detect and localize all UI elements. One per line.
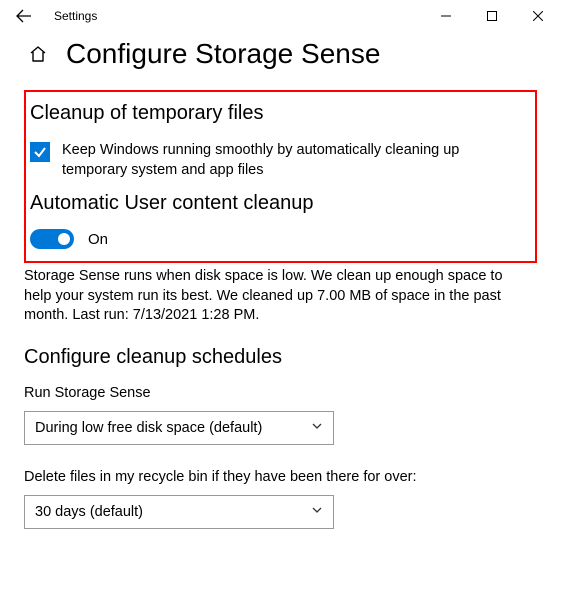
checkmark-icon	[33, 145, 47, 159]
app-title: Settings	[54, 9, 97, 23]
recycle-bin-label: Delete files in my recycle bin if they h…	[24, 469, 537, 485]
titlebar: Settings	[0, 0, 561, 32]
chevron-down-icon	[311, 504, 323, 520]
page-header: Configure Storage Sense	[0, 32, 561, 90]
minimize-icon	[441, 11, 451, 21]
window-controls	[423, 0, 561, 32]
recycle-bin-dropdown[interactable]: 30 days (default)	[24, 495, 334, 529]
content: Cleanup of temporary files Keep Windows …	[0, 90, 561, 529]
checkbox-temp-files[interactable]	[30, 142, 50, 162]
toggle-knob	[58, 233, 70, 245]
run-storage-sense-label: Run Storage Sense	[24, 385, 537, 401]
maximize-icon	[487, 11, 497, 21]
toggle-row-auto-cleanup: On	[30, 229, 527, 249]
storage-sense-description: Storage Sense runs when disk space is lo…	[24, 267, 524, 326]
close-button[interactable]	[515, 0, 561, 32]
schedules-heading: Configure cleanup schedules	[24, 346, 537, 369]
toggle-auto-cleanup-label: On	[88, 231, 108, 248]
close-icon	[533, 11, 543, 21]
checkbox-temp-files-label: Keep Windows running smoothly by automat…	[62, 141, 527, 180]
home-button[interactable]	[28, 44, 48, 64]
toggle-auto-cleanup[interactable]	[30, 229, 74, 249]
recycle-bin-selected: 30 days (default)	[35, 504, 143, 520]
page-title: Configure Storage Sense	[66, 38, 380, 70]
checkbox-row-temp-files[interactable]: Keep Windows running smoothly by automat…	[30, 141, 527, 180]
back-arrow-icon	[16, 8, 32, 24]
home-icon	[28, 44, 48, 64]
back-button[interactable]	[8, 0, 40, 32]
section-cleanup-temp-title: Cleanup of temporary files	[30, 102, 527, 125]
section-auto-cleanup-title: Automatic User content cleanup	[30, 192, 527, 215]
maximize-button[interactable]	[469, 0, 515, 32]
run-storage-sense-dropdown[interactable]: During low free disk space (default)	[24, 411, 334, 445]
run-storage-sense-selected: During low free disk space (default)	[35, 420, 262, 436]
highlight-box: Cleanup of temporary files Keep Windows …	[24, 90, 537, 263]
minimize-button[interactable]	[423, 0, 469, 32]
chevron-down-icon	[311, 420, 323, 436]
